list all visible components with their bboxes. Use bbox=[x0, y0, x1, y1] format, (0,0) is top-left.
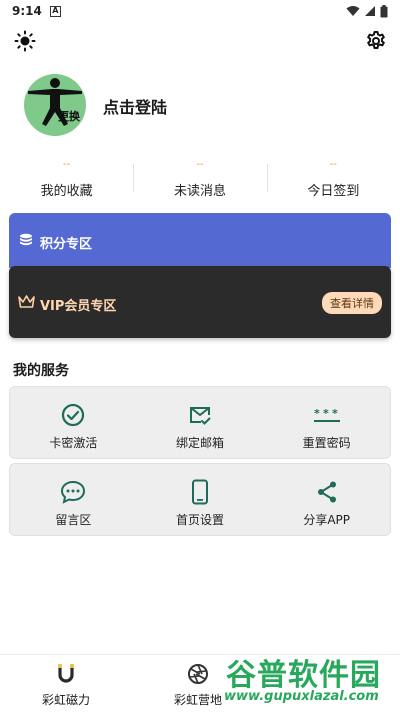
tab-label: 彩虹磁力 bbox=[41, 693, 90, 707]
service-home-settings[interactable]: 首页设置 bbox=[137, 464, 264, 535]
service-label: 卡密激活 bbox=[49, 436, 98, 450]
tab-magnet[interactable]: 彩虹磁力 bbox=[0, 655, 132, 712]
service-bind-email[interactable]: 绑定邮箱 bbox=[137, 387, 264, 458]
svg-text:*: * bbox=[314, 407, 320, 420]
password-icon: * * * bbox=[313, 407, 340, 422]
notification-badge: A bbox=[49, 5, 61, 17]
watermark-url: www.gupuxlazal.com bbox=[224, 689, 379, 704]
services-title: 我的服务 bbox=[13, 363, 69, 379]
profile-header: 更换 点击登陆 bbox=[0, 62, 400, 152]
service-reset-password[interactable]: * * * 重置密码 bbox=[263, 387, 390, 458]
service-label: 首页设置 bbox=[176, 513, 225, 527]
service-card-activation[interactable]: 卡密激活 bbox=[10, 387, 137, 458]
check-circle-icon bbox=[62, 403, 85, 427]
service-message-board[interactable]: 留言区 bbox=[10, 464, 137, 535]
coins-icon bbox=[20, 233, 32, 246]
login-link[interactable]: 点击登陆 bbox=[103, 94, 167, 118]
watermark: 谷普软件园 www.gupuxlazal.com bbox=[220, 648, 398, 710]
mail-check-icon bbox=[190, 407, 211, 425]
services-grid-row-2: 留言区 首页设置 分享APP bbox=[9, 463, 391, 536]
svg-text:*: * bbox=[332, 407, 338, 420]
vip-zone-label: VIP会员专区 bbox=[40, 299, 117, 314]
service-label: 分享APP bbox=[303, 513, 351, 527]
points-zone-label: 积分专区 bbox=[40, 237, 93, 252]
watermark-text: 谷普软件园 bbox=[226, 658, 381, 693]
stat-label: 今日签到 bbox=[307, 184, 360, 199]
view-details-button[interactable]: 查看详情 bbox=[322, 292, 382, 314]
share-icon bbox=[317, 481, 336, 503]
magnet-icon bbox=[58, 664, 74, 683]
stat-value: -- bbox=[329, 159, 337, 170]
sun-icon[interactable] bbox=[14, 30, 36, 52]
avatar-change-label: 更换 bbox=[58, 110, 80, 123]
top-bar bbox=[0, 22, 400, 62]
avatar[interactable]: 更换 bbox=[24, 74, 86, 136]
chat-icon bbox=[61, 480, 86, 504]
phone-icon bbox=[192, 479, 208, 505]
services-grid-row-1: 卡密激活 绑定邮箱 * * * 重置密码 bbox=[9, 386, 391, 459]
stat-value: -- bbox=[63, 159, 71, 170]
service-share-app[interactable]: 分享APP bbox=[263, 464, 390, 535]
stat-value: -- bbox=[196, 159, 204, 170]
stat-unread-messages[interactable]: -- 未读消息 bbox=[133, 158, 266, 208]
stats-row: -- 我的收藏 -- 未读消息 -- 今日签到 bbox=[0, 158, 400, 208]
signal-icon bbox=[365, 6, 375, 16]
service-label: 绑定邮箱 bbox=[176, 436, 225, 450]
svg-text:*: * bbox=[323, 407, 329, 420]
service-label: 留言区 bbox=[55, 513, 92, 527]
battery-icon bbox=[380, 4, 388, 17]
stat-daily-checkin[interactable]: -- 今日签到 bbox=[266, 158, 400, 208]
points-zone-card[interactable]: 积分专区 bbox=[9, 213, 391, 268]
status-time: 9:14 bbox=[12, 4, 42, 18]
stat-label: 我的收藏 bbox=[40, 184, 93, 199]
vip-zone-card[interactable]: VIP会员专区 查看详情 bbox=[9, 266, 391, 338]
gear-icon[interactable] bbox=[365, 30, 387, 52]
stat-favorites[interactable]: -- 我的收藏 bbox=[0, 158, 133, 208]
avatar-silhouette-icon bbox=[28, 78, 82, 126]
service-label: 重置密码 bbox=[302, 436, 351, 450]
status-bar: 9:14 A bbox=[0, 0, 400, 22]
stat-label: 未读消息 bbox=[173, 184, 226, 199]
crown-icon bbox=[18, 295, 35, 308]
aperture-icon bbox=[188, 664, 208, 684]
wifi-icon bbox=[346, 6, 360, 16]
